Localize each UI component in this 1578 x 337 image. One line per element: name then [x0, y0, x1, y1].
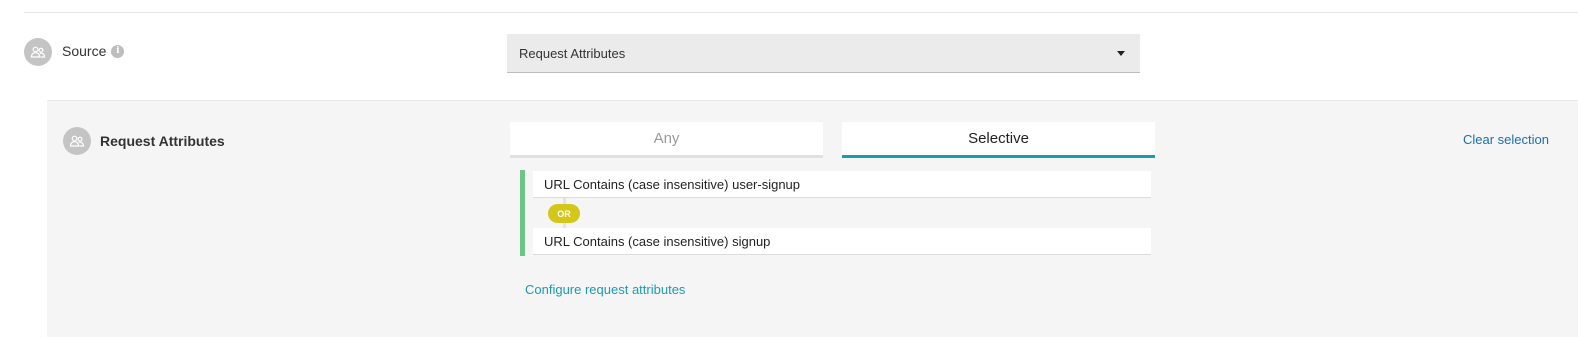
source-select[interactable]: Request Attributes — [507, 34, 1140, 73]
rule-row[interactable]: URL Contains (case insensitive) signup — [533, 228, 1151, 255]
rule-row[interactable]: URL Contains (case insensitive) user-sig… — [533, 171, 1151, 198]
divider — [24, 12, 1578, 13]
request-attributes-panel: Request Attributes Any Selective Clear s… — [47, 100, 1578, 337]
chevron-down-icon — [1117, 51, 1125, 56]
tab-any[interactable]: Any — [510, 122, 823, 158]
or-operator-badge: OR — [548, 204, 580, 223]
source-label-text: Source — [62, 43, 107, 59]
user-group-icon — [63, 127, 91, 155]
rules-group-bar — [520, 170, 525, 256]
request-attributes-label: Request Attributes — [100, 133, 225, 149]
user-group-icon — [24, 38, 52, 66]
page: Source i Request Attributes Request Attr… — [0, 0, 1578, 337]
tab-selective[interactable]: Selective — [842, 122, 1155, 158]
configure-request-attributes-link[interactable]: Configure request attributes — [525, 282, 685, 297]
clear-selection-link[interactable]: Clear selection — [1463, 132, 1549, 147]
source-label: Source i — [62, 43, 125, 59]
info-icon[interactable]: i — [111, 44, 125, 58]
source-select-value: Request Attributes — [519, 45, 626, 61]
